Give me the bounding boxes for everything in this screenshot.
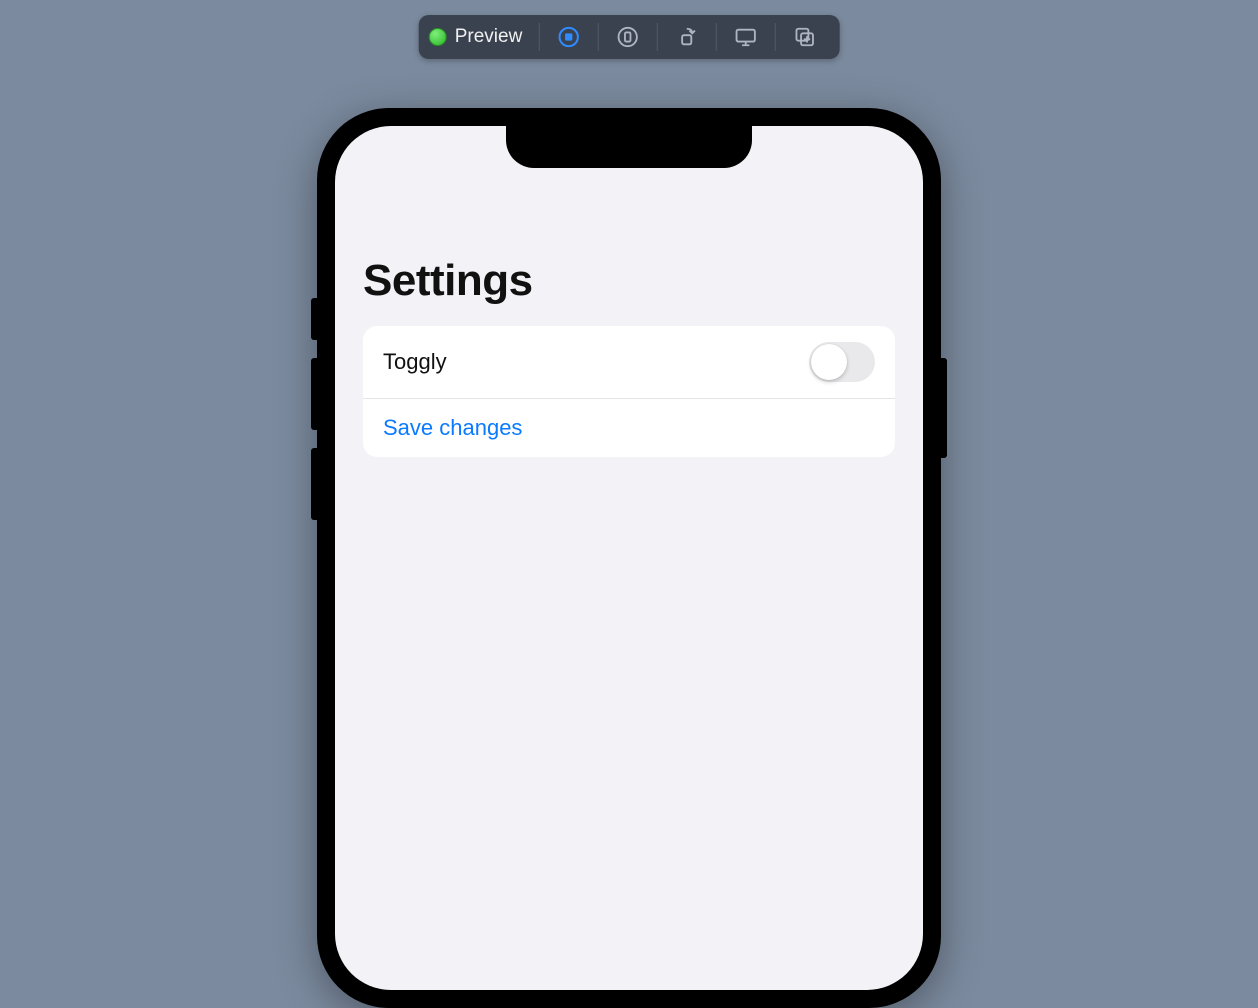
toggle-label: Toggly [383,349,447,375]
list-row-toggle: Toggly [363,326,895,398]
settings-view: Settings Toggly Save changes [335,126,923,457]
iphone-device-frame: Settings Toggly Save changes [317,108,941,1008]
device-screen: Settings Toggly Save changes [335,126,923,990]
save-changes-button: Save changes [383,415,522,441]
power-button [941,358,947,458]
toggle-switch[interactable] [809,342,875,382]
separator [597,23,598,51]
live-preview-button[interactable] [543,19,593,55]
separator [538,23,539,51]
toggle-knob-icon [811,344,847,380]
selectable-preview-button[interactable] [602,19,652,55]
device-notch [506,126,752,168]
duplicate-preview-button[interactable] [779,19,829,55]
device-settings-button[interactable] [720,19,770,55]
settings-list: Toggly Save changes [363,326,895,457]
xcode-preview-toolbar: Preview [419,15,840,59]
variants-button[interactable] [661,19,711,55]
preview-mode-label: Preview [455,26,523,48]
separator [774,23,775,51]
page-title: Settings [363,256,895,306]
separator [656,23,657,51]
volume-down-button [311,448,317,520]
volume-up-button [311,358,317,430]
separator [715,23,716,51]
list-row-action[interactable]: Save changes [363,398,895,457]
status-indicator-icon [429,28,447,46]
